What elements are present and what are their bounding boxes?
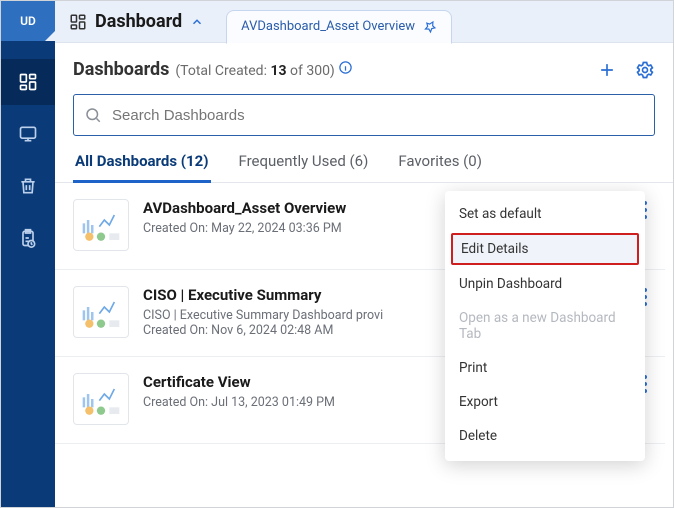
chart-thumbnail-icon	[81, 207, 121, 243]
menu-delete[interactable]: Delete	[445, 419, 645, 453]
menu-unpin[interactable]: Unpin Dashboard	[445, 267, 645, 301]
menu-set-default[interactable]: Set as default	[445, 197, 645, 231]
nav-trash[interactable]	[1, 163, 55, 209]
tab-all-dashboards[interactable]: All Dashboards (12)	[73, 152, 211, 182]
nav-monitor[interactable]	[1, 111, 55, 157]
tabs: All Dashboards (12) Frequently Used (6) …	[55, 142, 673, 183]
clipboard-icon	[18, 228, 38, 248]
dashboard-icon	[69, 13, 87, 31]
monitor-icon	[18, 124, 38, 144]
plus-icon	[597, 60, 617, 80]
chart-thumbnail-icon	[81, 381, 121, 417]
section-title: Dashboards	[73, 59, 169, 80]
chart-thumbnail-icon	[81, 294, 121, 330]
nav-dashboard[interactable]	[1, 59, 55, 105]
dashboard-list: AVDashboard_Asset Overview Created On: M…	[55, 183, 673, 507]
tab-favorites[interactable]: Favorites (0)	[396, 152, 484, 182]
tab-frequently-used[interactable]: Frequently Used (6)	[237, 152, 371, 182]
info-icon[interactable]	[338, 60, 353, 75]
trash-icon	[18, 176, 38, 196]
thumbnail	[73, 373, 129, 425]
pinned-tab-label: AVDashboard_Asset Overview	[241, 19, 415, 34]
search-icon	[84, 106, 102, 124]
search-input[interactable]	[110, 106, 644, 125]
left-nav-rail: UD	[1, 1, 55, 507]
workspace-avatar[interactable]: UD	[1, 1, 55, 41]
chevron-up-icon	[190, 15, 204, 29]
search-field[interactable]	[73, 94, 655, 136]
settings-button[interactable]	[635, 60, 655, 80]
pin-icon	[423, 20, 437, 34]
menu-open-new-tab: Open as a new Dashboard Tab	[445, 301, 645, 351]
page-title: Dashboard	[95, 11, 182, 32]
section-meta: (Total Created: 13 of 300)	[175, 60, 353, 79]
dashboard-dropdown[interactable]: Dashboard	[69, 11, 204, 32]
dashboard-icon	[18, 72, 38, 92]
pinned-tab[interactable]: AVDashboard_Asset Overview	[226, 10, 452, 44]
context-menu: Set as default Edit Details Unpin Dashbo…	[445, 191, 645, 461]
menu-edit-details[interactable]: Edit Details	[451, 233, 639, 265]
thumbnail	[73, 286, 129, 338]
gear-icon	[635, 60, 655, 80]
add-dashboard-button[interactable]	[597, 60, 617, 80]
nav-reports[interactable]	[1, 215, 55, 261]
menu-print[interactable]: Print	[445, 351, 645, 385]
menu-export[interactable]: Export	[445, 385, 645, 419]
thumbnail	[73, 199, 129, 251]
